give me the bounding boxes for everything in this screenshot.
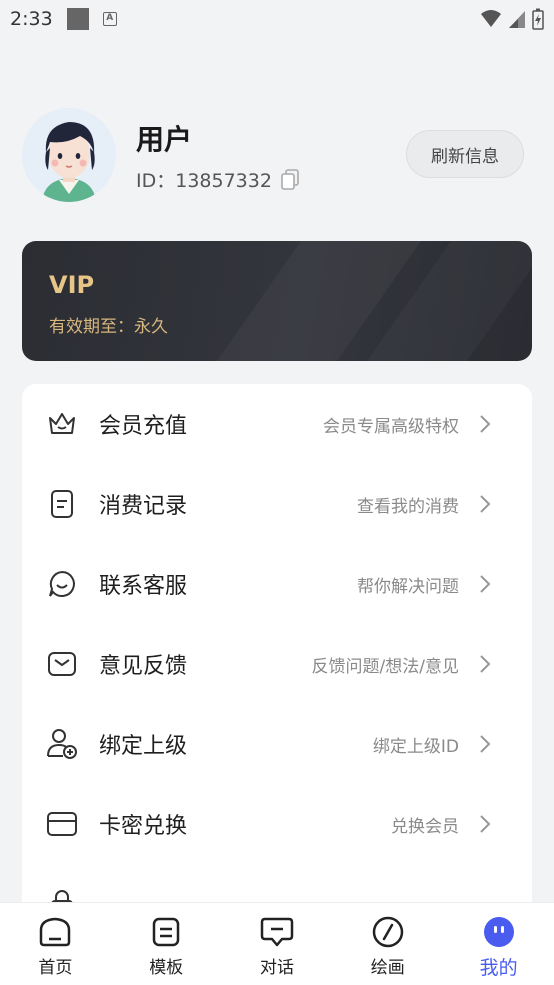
nav-paint[interactable]: 绘画 [332, 903, 443, 985]
menu-item-desc: 帮你解决问题 [357, 576, 459, 597]
settings-menu: 会员充值 会员专属高级特权 消费记录 查看我的消费 联系客服 帮你解决问题 意见… [22, 384, 532, 985]
menu-item-membership-recharge[interactable]: 会员充值 会员专属高级特权 [22, 384, 532, 464]
menu-item-label: 会员充值 [99, 414, 188, 439]
menu-item-label: 绑定上级 [99, 734, 188, 759]
menu-item-label: 消费记录 [99, 494, 188, 519]
battery-icon [532, 8, 544, 30]
signal-icon [509, 11, 525, 28]
chevron-right-icon [480, 655, 491, 673]
menu-item-customer-service[interactable]: 联系客服 帮你解决问题 [22, 544, 532, 624]
smile-chat-icon [46, 568, 78, 600]
chevron-right-icon [480, 735, 491, 753]
nav-label: 绘画 [370, 958, 405, 978]
menu-item-feedback[interactable]: 意见反馈 反馈问题/想法/意见 [22, 624, 532, 704]
nav-label: 我的 [479, 957, 518, 979]
bottom-nav: 首页 模板 对话 绘画 我的 [0, 902, 554, 985]
notification-square-icon [66, 8, 89, 30]
nav-home[interactable]: 首页 [0, 903, 111, 985]
menu-item-label: 卡密兑换 [99, 814, 188, 839]
chevron-right-icon [480, 575, 491, 593]
vip-validity: 有效期至：永久 [49, 317, 168, 337]
nav-label: 模板 [149, 958, 184, 978]
chevron-right-icon [480, 815, 491, 833]
user-id: ID：13857332 [136, 170, 272, 192]
template-icon [149, 915, 183, 949]
menu-item-label: 联系客服 [99, 574, 188, 599]
status-bar: 2:33 A [0, 0, 554, 38]
notification-a-icon: A [102, 12, 117, 26]
avatar[interactable] [22, 108, 116, 202]
wifi-icon [481, 10, 501, 27]
home-icon [38, 915, 72, 949]
menu-item-consumption-records[interactable]: 消费记录 查看我的消费 [22, 464, 532, 544]
menu-item-desc: 兑换会员 [391, 816, 459, 837]
nav-chat[interactable]: 对话 [222, 903, 333, 985]
nav-label: 对话 [259, 958, 294, 978]
crown-icon [46, 408, 78, 440]
menu-item-desc: 会员专属高级特权 [323, 416, 459, 437]
mail-icon [46, 648, 78, 680]
user-id-row: ID：13857332 [136, 166, 300, 193]
chevron-right-icon [480, 495, 491, 513]
vip-card[interactable]: VIP 有效期至：永久 [22, 241, 532, 361]
menu-item-desc: 反馈问题/想法/意见 [311, 656, 459, 677]
profile-header: 用户 ID：13857332 刷新信息 [22, 108, 532, 204]
menu-item-bind-superior[interactable]: 绑定上级 绑定上级ID [22, 704, 532, 784]
username: 用户 [136, 123, 193, 156]
nav-profile[interactable]: 我的 [443, 903, 554, 985]
menu-item-label: 意见反馈 [99, 654, 188, 679]
nav-label: 首页 [38, 958, 73, 978]
refresh-info-button[interactable]: 刷新信息 [406, 130, 524, 178]
copy-icon[interactable] [280, 168, 300, 191]
card-icon [46, 808, 78, 840]
menu-item-desc: 绑定上级ID [372, 736, 459, 757]
paint-icon [371, 915, 405, 949]
chat-icon [260, 915, 294, 949]
menu-item-card-redeem[interactable]: 卡密兑换 兑换会员 [22, 784, 532, 864]
vip-title: VIP [49, 271, 95, 299]
user-add-icon [46, 728, 78, 760]
profile-icon [482, 915, 516, 949]
chevron-right-icon [480, 415, 491, 433]
nav-template[interactable]: 模板 [111, 903, 222, 985]
avatar-illustration-icon [22, 108, 116, 202]
menu-item-desc: 查看我的消费 [357, 496, 459, 517]
status-time: 2:33 [10, 8, 53, 30]
receipt-icon [46, 488, 78, 520]
